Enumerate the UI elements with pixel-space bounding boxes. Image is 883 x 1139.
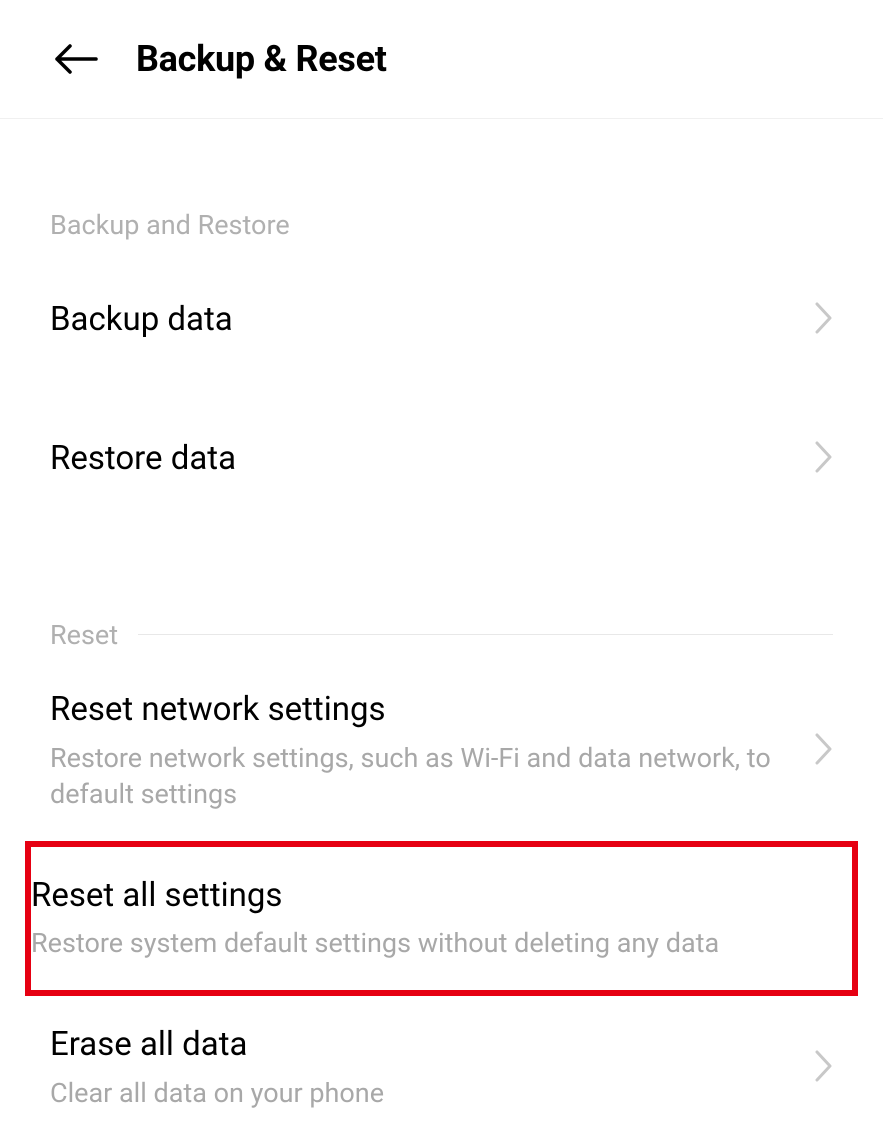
list-item-text: Restore data: [50, 438, 805, 481]
chevron-right-icon: [815, 441, 833, 477]
chevron-right-icon: [815, 1050, 833, 1086]
chevron-right-icon: [815, 302, 833, 338]
list-item-text: Reset all settings Restore system defaul…: [31, 875, 852, 962]
page-title: Backup & Reset: [136, 38, 387, 80]
list-item-title: Erase all data: [50, 1024, 805, 1067]
list-item-text: Reset network settings Restore network s…: [50, 689, 805, 813]
reset-section: Reset network settings Restore network s…: [50, 661, 833, 1139]
reset-network-settings-item[interactable]: Reset network settings Restore network s…: [50, 661, 833, 841]
chevron-right-icon: [815, 733, 833, 769]
list-item-subtitle: Restore network settings, such as Wi-Fi …: [50, 740, 805, 813]
section-header-label: Reset: [50, 619, 118, 651]
content-area: Backup and Restore Backup data Restore d…: [0, 119, 883, 1139]
reset-all-settings-item[interactable]: Reset all settings Restore system defaul…: [25, 841, 858, 996]
list-item-text: Backup data: [50, 299, 805, 342]
list-item-subtitle: Restore system default settings without …: [31, 925, 852, 961]
section-header-backup-restore: Backup and Restore: [50, 119, 833, 251]
list-item-title: Backup data: [50, 299, 805, 342]
restore-data-item[interactable]: Restore data: [50, 390, 833, 529]
back-arrow-icon[interactable]: [54, 41, 98, 77]
backup-data-item[interactable]: Backup data: [50, 251, 833, 390]
list-item-subtitle: Clear all data on your phone: [50, 1075, 805, 1111]
list-item-title: Reset all settings: [31, 875, 852, 918]
divider-line: [138, 634, 833, 635]
section-header-reset: Reset: [50, 529, 833, 661]
erase-all-data-item[interactable]: Erase all data Clear all data on your ph…: [50, 996, 833, 1139]
list-item-title: Reset network settings: [50, 689, 805, 732]
list-item-text: Erase all data Clear all data on your ph…: [50, 1024, 805, 1111]
list-item-title: Restore data: [50, 438, 805, 481]
header-bar: Backup & Reset: [0, 0, 883, 119]
